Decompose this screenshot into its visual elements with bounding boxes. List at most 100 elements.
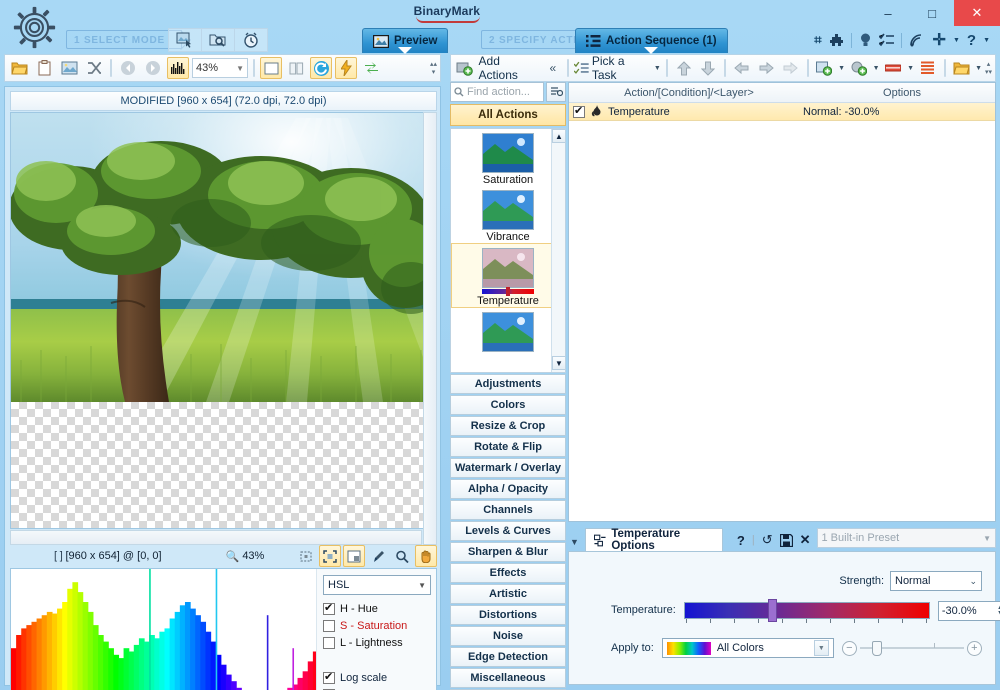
channel-lightness-checkbox[interactable]: L - Lightness: [323, 634, 431, 651]
category-levels-curves[interactable]: Levels & Curves: [450, 521, 566, 541]
open-file-button[interactable]: [8, 57, 30, 79]
collapse-options-icon[interactable]: ▼: [570, 537, 579, 547]
toolbar-overflow-up-icon[interactable]: ▴: [987, 60, 991, 68]
chevron-down-icon[interactable]: ▼: [873, 65, 880, 72]
swap-button[interactable]: [360, 57, 382, 79]
channel-saturation-checkbox[interactable]: S - Saturation: [323, 617, 431, 634]
hue-histogram-chart[interactable]: [11, 569, 316, 690]
back-button[interactable]: [117, 57, 139, 79]
pan-tool-icon[interactable]: [415, 545, 437, 567]
channel-hue-checkbox[interactable]: H - Hue: [323, 600, 431, 617]
toolbar-overflow-down-icon[interactable]: ▾: [432, 68, 436, 76]
category-resize-crop[interactable]: Resize & Crop: [450, 416, 566, 436]
temperature-slider[interactable]: [683, 599, 930, 624]
list-button[interactable]: [917, 57, 939, 79]
help-button[interactable]: ?: [737, 533, 745, 548]
find-action-input[interactable]: Find action...: [450, 82, 544, 102]
auto-apply-button[interactable]: [335, 57, 357, 79]
open-sequence-button[interactable]: [951, 57, 973, 79]
chevron-down-icon[interactable]: ▼: [654, 65, 661, 72]
add-condition-button[interactable]: [848, 57, 870, 79]
chevron-down-icon[interactable]: ▼: [975, 65, 982, 72]
tolerance-decrease-button[interactable]: −: [841, 640, 857, 656]
chevron-down-icon[interactable]: ▼: [953, 37, 960, 44]
color-picker-icon[interactable]: [367, 545, 389, 567]
collapse-panel-button[interactable]: «: [549, 61, 556, 75]
temperature-value-spinner[interactable]: -30.0% ▲ ▼: [937, 601, 1000, 621]
scroll-up-icon[interactable]: ▲: [552, 129, 565, 143]
log-scale-checkbox[interactable]: Log scale: [323, 669, 431, 686]
vertical-scrollbar[interactable]: [423, 112, 437, 545]
outdent-button[interactable]: [731, 57, 753, 79]
table-row[interactable]: Temperature Normal: -30.0%: [569, 103, 995, 121]
category-miscellaneous[interactable]: Miscellaneous: [450, 668, 566, 688]
temperature-slider-thumb[interactable]: [767, 599, 777, 622]
image-canvas[interactable]: [10, 112, 437, 529]
chevron-down-icon[interactable]: ▼: [838, 65, 845, 72]
category-adjustments[interactable]: Adjustments: [450, 374, 566, 394]
console-icon[interactable]: ⌗: [814, 32, 821, 48]
preset-combobox[interactable]: 1 Built-in Preset ▼: [816, 528, 996, 548]
plugin-icon[interactable]: [829, 33, 844, 48]
minimize-button[interactable]: –: [866, 0, 910, 26]
move-down-button[interactable]: [697, 57, 719, 79]
single-view-button[interactable]: [260, 57, 282, 79]
zoom-level-combobox[interactable]: 43% ▼: [192, 58, 248, 78]
tab-temperature-options[interactable]: Temperature Options: [584, 528, 723, 552]
horizontal-scrollbar[interactable]: [10, 530, 422, 545]
zoom-tool-icon[interactable]: [391, 545, 413, 567]
all-actions-header[interactable]: All Actions: [450, 104, 566, 126]
category-noise[interactable]: Noise: [450, 626, 566, 646]
chevron-down-icon[interactable]: ▼: [907, 65, 914, 72]
action-thumb-saturation[interactable]: Saturation: [451, 129, 565, 186]
action-thumb-next[interactable]: [451, 308, 565, 352]
remove-button[interactable]: [883, 57, 905, 79]
help-icon[interactable]: ?: [967, 32, 976, 49]
category-alpha-opacity[interactable]: Alpha / Opacity: [450, 479, 566, 499]
add-actions-label[interactable]: Add Actions: [479, 54, 541, 82]
scheduler-mode-icon[interactable]: [234, 28, 268, 52]
category-distortions[interactable]: Distortions: [450, 605, 566, 625]
action-thumb-vibrance[interactable]: Vibrance: [451, 186, 565, 243]
row-enabled-checkbox[interactable]: [573, 104, 585, 118]
category-colors[interactable]: Colors: [450, 395, 566, 415]
actual-size-icon[interactable]: [343, 545, 365, 567]
split-view-button[interactable]: [285, 57, 307, 79]
tab-preview[interactable]: Preview: [362, 28, 449, 54]
save-preset-button[interactable]: [779, 533, 793, 547]
select-region-icon[interactable]: [295, 545, 317, 567]
chevron-down-icon[interactable]: ▼: [983, 37, 990, 44]
batch-folder-mode-icon[interactable]: [201, 28, 235, 52]
refresh-preview-button[interactable]: [310, 57, 332, 79]
category-artistic[interactable]: Artistic: [450, 584, 566, 604]
tolerance-thumb[interactable]: [871, 641, 882, 656]
move-up-button[interactable]: [673, 57, 695, 79]
maximize-button[interactable]: □: [910, 0, 954, 26]
tab-action-sequence[interactable]: Action Sequence (1): [575, 28, 728, 54]
feed-icon[interactable]: [909, 33, 926, 47]
thumbnails-scrollbar[interactable]: ▲ ▼: [551, 129, 565, 372]
reset-button[interactable]: ↺: [762, 532, 773, 548]
checklist-icon[interactable]: [878, 33, 894, 47]
column-header-action[interactable]: Action/[Condition]/<Layer>: [569, 83, 809, 102]
category-watermark-overlay[interactable]: Watermark / Overlay: [450, 458, 566, 478]
indent-button[interactable]: [755, 57, 777, 79]
toolbar-overflow-up-icon[interactable]: ▴▴: [430, 60, 437, 68]
category-rotate-flip[interactable]: Rotate & Flip: [450, 437, 566, 457]
toolbar-overflow-down-icon[interactable]: ▾▾: [985, 68, 992, 76]
category-sharpen-blur[interactable]: Sharpen & Blur: [450, 542, 566, 562]
step-button[interactable]: [780, 57, 802, 79]
add-action-button[interactable]: [814, 57, 836, 79]
category-channels[interactable]: Channels: [450, 500, 566, 520]
screenshot-button[interactable]: [58, 57, 80, 79]
apply-to-combobox[interactable]: All Colors ▼: [661, 638, 834, 658]
colorspace-combobox[interactable]: HSL ▼: [323, 575, 431, 595]
tolerance-increase-button[interactable]: +: [966, 640, 982, 656]
tolerance-slider[interactable]: − +: [841, 638, 982, 658]
interactive-mode-icon[interactable]: [168, 28, 202, 52]
histogram-toggle-button[interactable]: [167, 57, 189, 79]
chevron-down-icon[interactable]: ▼: [813, 640, 829, 656]
delete-preset-button[interactable]: ✕: [800, 532, 811, 548]
category-effects[interactable]: Effects: [450, 563, 566, 583]
pick-task-label[interactable]: Pick a Task: [592, 54, 651, 82]
